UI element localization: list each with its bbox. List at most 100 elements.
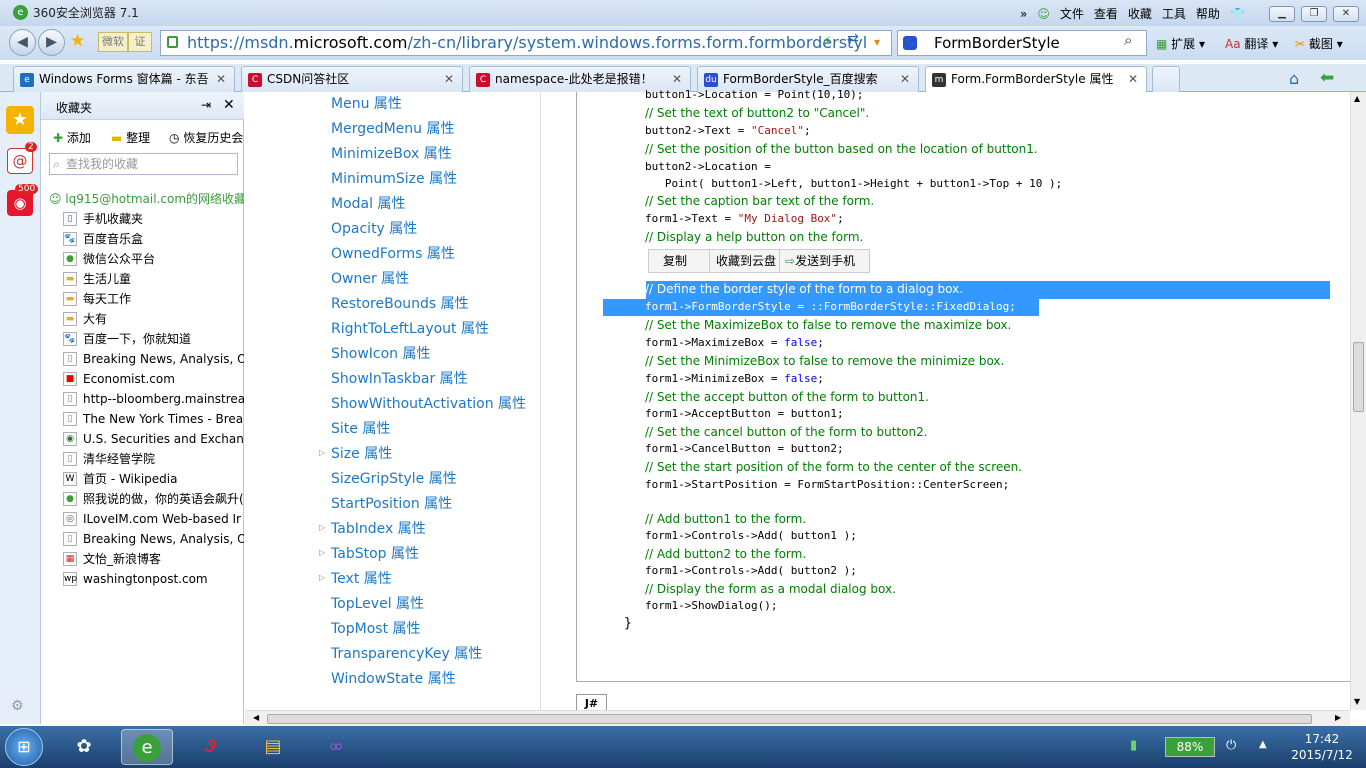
toc-link[interactable]: ShowInTaskbar 属性 [331, 368, 468, 388]
toc-link[interactable]: Owner 属性 [331, 268, 409, 288]
settings-gear-icon[interactable]: ⚙ [11, 698, 24, 714]
favorite-item[interactable]: ▯ Breaking News, Analysis, O [49, 529, 244, 549]
tab-form-borderstyle[interactable]: m Form.FormBorderStyle 属性 ✕ [925, 66, 1147, 93]
file-explorer-icon[interactable]: ▤ [247, 729, 299, 765]
toc-link[interactable]: SizeGripStyle 属性 [331, 468, 457, 488]
save-to-cloud-button[interactable]: 收藏到云盘 [709, 250, 776, 272]
toc-link[interactable]: TabIndex 属性 [331, 518, 426, 538]
menu-view[interactable]: 查看 [1094, 5, 1118, 22]
account-label[interactable]: ☺ lq915@hotmail.com的网络收藏 [49, 190, 244, 207]
favorite-item[interactable]: ▯ The New York Times - Brea [49, 409, 244, 429]
picasa-icon[interactable]: ✿ [58, 729, 110, 765]
favorites-star-icon[interactable]: ★ [6, 106, 34, 134]
search-input[interactable]: FormBorderStyle [897, 30, 1147, 56]
favorite-item[interactable]: ▯ 手机收藏夹 [49, 209, 244, 229]
close-icon[interactable]: ✕ [216, 67, 226, 91]
expand-triangle-icon[interactable]: ▷ [319, 548, 325, 557]
toc-link[interactable]: RightToLeftLayout 属性 [331, 318, 489, 338]
home-icon[interactable]: ⌂ [1289, 69, 1299, 88]
skin-icon[interactable]: 👕 [1230, 7, 1245, 21]
start-button[interactable]: ⊞ [5, 728, 43, 766]
toc-link[interactable]: WindowState 属性 [331, 668, 456, 688]
close-panel-icon[interactable]: ✕ [223, 97, 235, 113]
copy-button[interactable]: 复制 [663, 250, 687, 272]
toc-link[interactable]: MinimizeBox 属性 [331, 143, 452, 163]
back-button[interactable]: ◀ [9, 29, 36, 56]
close-icon[interactable]: ✕ [900, 67, 910, 91]
favorite-item[interactable]: ▬ 生活儿童 [49, 269, 244, 289]
toc-link[interactable]: Site 属性 [331, 418, 390, 438]
menu-tools[interactable]: 工具 [1162, 5, 1186, 22]
browser-360-icon[interactable]: e [121, 729, 173, 765]
minimize-button[interactable]: ▁ [1269, 6, 1295, 22]
maximize-button[interactable]: ❐ [1301, 6, 1327, 22]
toc-link[interactable]: TabStop 属性 [331, 543, 419, 563]
star-icon[interactable]: ★ [70, 31, 85, 51]
horizontal-scroll-thumb[interactable] [267, 714, 1312, 724]
organize-button[interactable]: ▬ 整理 [111, 129, 150, 146]
translate-button[interactable]: Aa 翻译 ▾ [1225, 35, 1278, 52]
address-bar[interactable]: https://msdn.microsoft.com/zh-cn/library… [160, 30, 892, 56]
scroll-up-icon[interactable]: ▲ [1354, 94, 1360, 103]
power-icon[interactable]: ⏻ [1226, 738, 1236, 753]
vertical-scrollbar[interactable]: ▲ ▼ [1350, 92, 1366, 710]
favorite-item[interactable]: ◉ U.S. Securities and Exchang [49, 429, 244, 449]
extensions-button[interactable]: ▦ 扩展 ▾ [1156, 35, 1205, 52]
menu-favorites[interactable]: 收藏 [1128, 5, 1152, 22]
add-favorite-button[interactable]: ✚ 添加 [53, 129, 91, 146]
favorite-item[interactable]: 🐾 百度音乐盒 [49, 229, 244, 249]
toc-link[interactable]: Size 属性 [331, 443, 392, 463]
favorite-item[interactable]: 🐾 百度一下，你就知道 [49, 329, 244, 349]
expand-triangle-icon[interactable]: ▷ [319, 523, 325, 532]
scroll-left-icon[interactable]: ◀ [253, 713, 259, 722]
refresh-icon[interactable]: ⇄ [843, 31, 863, 53]
tab-windows-forms[interactable]: e Windows Forms 窗体篇 - 东吾 ✕ [13, 66, 235, 92]
horizontal-scrollbar[interactable]: ◀ ▶ [245, 710, 1350, 726]
favorite-item[interactable]: wp washingtonpost.com [49, 569, 244, 589]
scroll-right-icon[interactable]: ▶ [1335, 713, 1341, 722]
toc-link[interactable]: Modal 属性 [331, 193, 405, 213]
favorite-item[interactable]: ◎ ILoveIM.com Web-based Ir [49, 509, 244, 529]
favorite-item[interactable]: ▦ 文怡_新浪博客 [49, 549, 244, 569]
favorite-item[interactable]: ■ Economist.com [49, 369, 244, 389]
pin-icon[interactable]: ⇥ [201, 98, 211, 112]
user-icon[interactable]: ☺ [1037, 7, 1050, 21]
send-to-phone-button[interactable]: ⇨发送到手机 [779, 250, 855, 272]
tray-expand-icon[interactable]: ▲ [1259, 739, 1267, 750]
screenshot-button[interactable]: ✂ 截图 ▾ [1295, 35, 1343, 52]
favorite-item[interactable]: ▯ Breaking News, Analysis, O [49, 349, 244, 369]
app-red-icon[interactable]: Ꮽ [184, 729, 236, 765]
favorite-item[interactable]: ▬ 大有 [49, 309, 244, 329]
toc-link[interactable]: Menu 属性 [331, 93, 402, 113]
favorite-item[interactable]: ● 照我说的做，你的英语会飙升( [49, 489, 244, 509]
toc-link[interactable]: TransparencyKey 属性 [331, 643, 482, 663]
more-icon[interactable]: » [1020, 7, 1027, 21]
expand-triangle-icon[interactable]: ▷ [319, 448, 325, 457]
toc-link[interactable]: ShowWithoutActivation 属性 [331, 393, 526, 413]
dropdown-chevron-icon[interactable]: ▾ [867, 31, 887, 53]
favorites-search-input[interactable]: ⌕ 查找我的收藏 [49, 153, 238, 175]
close-icon[interactable]: ✕ [1128, 67, 1138, 91]
favorite-item[interactable]: ● 微信公众平台 [49, 249, 244, 269]
menu-help[interactable]: 帮助 [1196, 5, 1220, 22]
restore-history-button[interactable]: ◷ 恢复历史会 [169, 129, 243, 146]
cert-badge[interactable]: 证 [128, 32, 152, 52]
visual-studio-icon[interactable]: ∞ [310, 729, 362, 765]
lightning-icon[interactable]: ⚡ [822, 34, 832, 50]
tab-csdn[interactable]: C CSDN问答社区 ✕ [241, 66, 463, 92]
undo-close-icon[interactable]: ⬅ [1320, 68, 1334, 88]
battery-indicator[interactable]: 88% [1165, 737, 1215, 757]
clock[interactable]: 17:42 2015/7/12 [1282, 731, 1362, 763]
favorite-item[interactable]: ▯ http--bloomberg.mainstrea [49, 389, 244, 409]
favorite-item[interactable]: ▯ 清华经管学院 [49, 449, 244, 469]
ms-badge[interactable]: 微软 [98, 32, 128, 52]
toc-link[interactable]: MinimumSize 属性 [331, 168, 457, 188]
search-icon[interactable]: ⌕ [1124, 31, 1132, 49]
toc-link[interactable]: Opacity 属性 [331, 218, 417, 238]
menu-file[interactable]: 文件 [1060, 5, 1084, 22]
toc-link[interactable]: Text 属性 [331, 568, 392, 588]
toc-link[interactable]: MergedMenu 属性 [331, 118, 454, 138]
baidu-paw-icon[interactable]: 🐾 [903, 36, 917, 50]
toc-link[interactable]: TopLevel 属性 [331, 593, 424, 613]
close-window-button[interactable]: ✕ [1333, 6, 1359, 22]
